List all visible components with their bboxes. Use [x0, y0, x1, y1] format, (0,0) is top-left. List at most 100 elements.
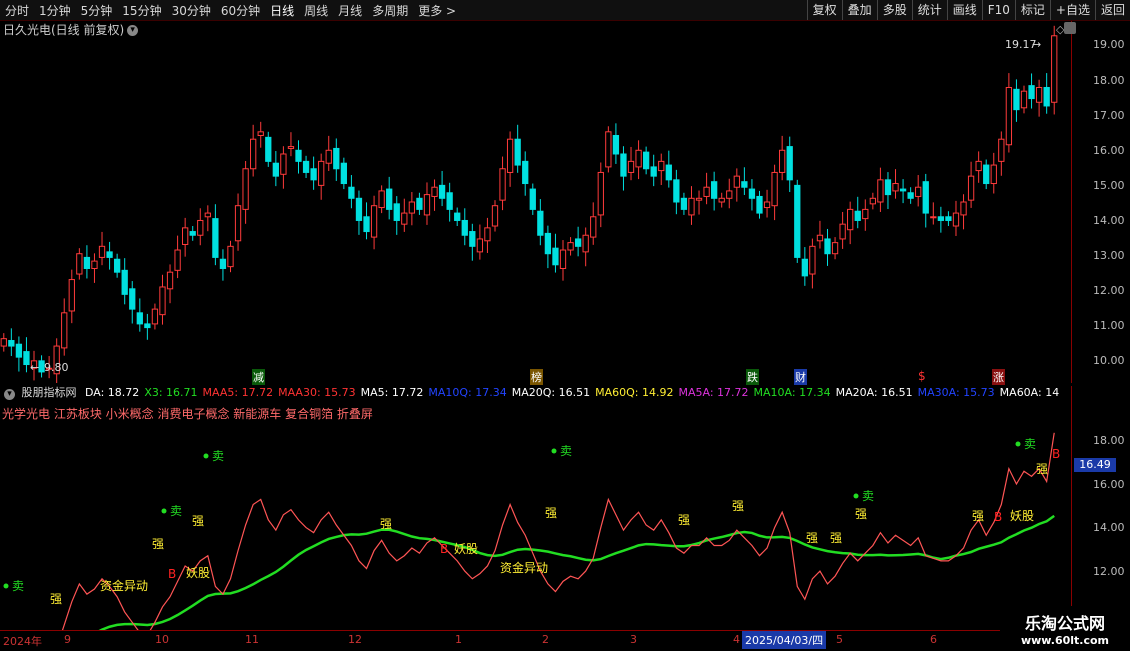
candle — [469, 231, 476, 247]
candle — [1035, 86, 1043, 103]
price-tick: 17.00 — [1093, 109, 1125, 122]
overlay-button[interactable]: 叠加 — [841, 0, 877, 20]
candle — [129, 288, 136, 310]
candle — [824, 238, 831, 255]
candle — [106, 251, 113, 258]
indicator-value: MA60Q: 14.92 — [595, 386, 674, 399]
candle — [113, 258, 121, 273]
candle — [61, 312, 68, 349]
candle — [915, 186, 922, 197]
candle — [461, 219, 468, 236]
f10-button[interactable]: F10 — [981, 0, 1015, 20]
indicator-tick: 18.00 — [1093, 434, 1125, 447]
event-marker-reduce[interactable]: 减 — [252, 369, 265, 385]
candle — [733, 175, 740, 188]
buy-label: B — [994, 510, 1002, 524]
back-button[interactable]: 返回 — [1094, 0, 1130, 20]
watermark: 乐淘公式网 www.60lt.com — [1000, 606, 1130, 650]
period-tab-60min[interactable]: 60分钟 — [216, 2, 265, 19]
indicator-tick: 12.00 — [1093, 565, 1125, 578]
strong-label: 强 — [855, 507, 867, 521]
candle — [272, 162, 279, 177]
fund-anomaly-label: 资金异动 — [500, 560, 548, 575]
price-tick: 14.00 — [1093, 214, 1125, 227]
mark-button[interactable]: 标记 — [1014, 0, 1050, 20]
period-tab-15min[interactable]: 15分钟 — [117, 2, 166, 19]
indicator-value: MA20A: 16.51 — [835, 386, 913, 399]
period-tab-daily[interactable]: 日线 — [265, 2, 299, 19]
indicator-chart[interactable]: 卖卖卖 卖卖卖强强强 强强 强强强 强强 强强BBBB妖股妖股妖股资金异动资金异动 — [0, 420, 1072, 630]
candle — [673, 179, 680, 203]
candle — [892, 183, 899, 192]
candle — [257, 131, 264, 137]
period-tab-intraday[interactable]: 分时 — [0, 2, 34, 19]
candle — [325, 149, 332, 164]
draw-line-button[interactable]: 画线 — [946, 0, 982, 20]
strong-label: 强 — [806, 531, 818, 545]
candle — [756, 195, 763, 214]
event-marker-rise[interactable]: 涨 — [992, 369, 1005, 385]
candle — [688, 197, 695, 216]
candle — [159, 286, 166, 316]
candle — [839, 223, 846, 240]
indicator-value: MA20Q: 16.51 — [511, 386, 591, 399]
candle — [144, 323, 151, 329]
candle — [537, 210, 544, 236]
candle — [1043, 86, 1050, 107]
candle — [711, 181, 718, 199]
candle — [658, 160, 665, 172]
price-tick: 16.00 — [1093, 144, 1125, 157]
multi-stock-button[interactable]: 多股 — [876, 0, 912, 20]
candle — [280, 153, 287, 175]
event-marker-dollar[interactable]: $ — [918, 369, 926, 383]
event-marker-list[interactable]: 榜 — [530, 369, 543, 385]
period-tab-weekly[interactable]: 周线 — [299, 2, 333, 19]
candle — [302, 160, 310, 173]
buy-label: B — [1052, 447, 1060, 461]
candle — [68, 279, 75, 312]
candle — [642, 151, 650, 170]
period-tab-more[interactable]: 更多 > — [413, 2, 461, 19]
indicator-values-bar: ▾ 股朋指标网 DA: 18.72 X3: 16.71 MAA5: 17.72 MAA… — [0, 384, 1072, 402]
period-tab-5min[interactable]: 5分钟 — [76, 2, 118, 19]
period-tab-monthly[interactable]: 月线 — [333, 2, 367, 19]
indicator-name[interactable]: 股朋指标网 — [22, 386, 77, 399]
candle — [401, 212, 408, 225]
date-label: 3 — [630, 633, 637, 646]
add-watchlist-button[interactable]: +自选 — [1049, 0, 1095, 20]
candle — [726, 190, 733, 199]
candle — [491, 205, 499, 227]
candle — [499, 168, 506, 201]
sell-dot — [551, 448, 557, 454]
candle — [204, 212, 211, 218]
low-arrow-icon: ← — [30, 361, 40, 374]
panel-toggle-icon[interactable] — [1064, 22, 1076, 34]
date-label: 11 — [245, 633, 259, 646]
date-label: 10 — [155, 633, 169, 646]
indicator-value: MA10Q: 17.34 — [428, 386, 507, 399]
candle — [952, 212, 960, 227]
candle — [197, 219, 204, 236]
candle — [574, 238, 582, 247]
current-price-tag: 16.49 — [1074, 458, 1116, 472]
statistics-button[interactable]: 统计 — [911, 0, 947, 20]
candle — [1013, 88, 1020, 111]
event-marker-finance[interactable]: 财 — [794, 369, 807, 385]
sell-label: 卖 — [560, 444, 572, 458]
chevron-down-icon[interactable]: ▾ — [4, 389, 15, 400]
candle — [945, 216, 952, 221]
price-tick: 13.00 — [1093, 249, 1125, 262]
adjust-button[interactable]: 复权 — [806, 0, 842, 20]
candle — [544, 232, 552, 255]
candle — [189, 231, 196, 236]
period-tab-multi[interactable]: 多周期 — [367, 2, 413, 19]
candle — [242, 168, 249, 210]
monster-stock-label: 妖股 — [454, 542, 478, 556]
candlestick-chart[interactable] — [0, 21, 1072, 383]
candle — [136, 312, 143, 325]
event-marker-fall[interactable]: 跌 — [746, 369, 759, 385]
period-tab-30min[interactable]: 30分钟 — [167, 2, 216, 19]
candle — [809, 245, 816, 275]
candle — [763, 201, 771, 209]
period-tab-1min[interactable]: 1分钟 — [34, 2, 76, 19]
